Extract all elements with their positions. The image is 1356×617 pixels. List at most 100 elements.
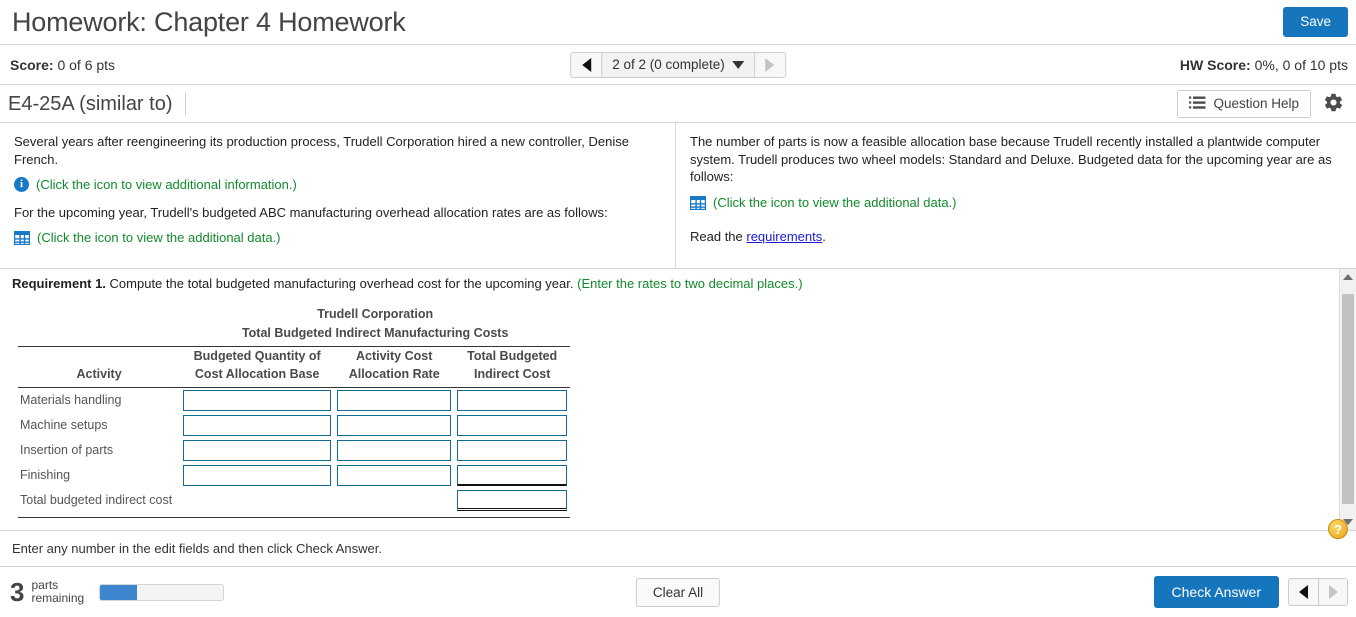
list-icon (1189, 96, 1206, 112)
score-bar: Score: 0 of 6 pts 2 of 2 (0 complete) HW… (0, 45, 1356, 85)
hint-bar: Enter any number in the edit fields and … (0, 519, 1356, 566)
footer-next-button[interactable] (1318, 579, 1347, 605)
read-suffix: . (822, 229, 826, 245)
read-prefix: Read the (690, 229, 747, 245)
hint-text: Enter any number in the edit fields and … (12, 541, 382, 556)
input-machine-setups-rate[interactable] (337, 414, 452, 436)
hw-score-label: HW Score: (1179, 56, 1251, 73)
question-help-button[interactable]: Question Help (1177, 89, 1311, 118)
additional-data-link-left[interactable]: (Click the icon to view the additional d… (37, 229, 281, 247)
hw-score-value: 0%, 0 of 10 pts (1250, 56, 1348, 73)
table-subtitle: Total Budgeted Indirect Manufacturing Co… (241, 325, 509, 340)
cell-total (454, 463, 570, 488)
score-display: Score: 0 of 6 pts (10, 57, 115, 73)
row-label-machine-setups: Machine setups (20, 418, 108, 433)
additional-information-link[interactable]: (Click the icon to view additional infor… (36, 176, 297, 194)
additional-data-link-right[interactable]: (Click the icon to view the additional d… (713, 194, 957, 212)
question-selector-dropdown[interactable]: 2 of 2 (0 complete) (601, 52, 755, 77)
header-activity: Activity (76, 367, 122, 382)
table-row: Machine setups (18, 413, 570, 438)
input-finishing-qty[interactable] (183, 464, 332, 486)
row-label-materials-handling: Materials handling (20, 393, 122, 408)
previous-question-button[interactable] (571, 52, 602, 77)
input-insertion-of-parts-rate[interactable] (337, 439, 452, 461)
footer-navigator (1288, 578, 1348, 606)
triangle-left-icon (581, 57, 591, 72)
scrollbar-track[interactable] (1340, 286, 1356, 513)
triangle-left-icon (1299, 585, 1308, 599)
cell-rate (334, 438, 454, 463)
input-machine-setups-qty[interactable] (183, 414, 332, 436)
next-question-button[interactable] (754, 52, 785, 77)
footer-bar: 3 parts remaining Clear All Check Answer (0, 566, 1356, 617)
question-help-label: Question Help (1213, 96, 1299, 111)
problem-pane-right: The number of parts is now a feasible al… (676, 123, 1356, 268)
problem-statement: Several years after reengineering its pr… (0, 123, 1356, 269)
table-row: Insertion of parts (18, 438, 570, 463)
header-total-budgeted-line1: Total Budgeted (467, 349, 558, 364)
table-row: Finishing (18, 463, 570, 488)
requirement-hint: (Enter the rates to two decimal places.) (577, 275, 803, 291)
progress-bar (99, 583, 225, 601)
chevron-down-icon (731, 60, 744, 69)
problem-pane-left: Several years after reengineering its pr… (0, 123, 676, 268)
cell-qty (180, 438, 334, 463)
info-circle-icon[interactable]: i (14, 177, 29, 193)
page-title: Homework: Chapter 4 Homework (12, 6, 406, 37)
cell-rate (334, 413, 454, 438)
scroll-up-button[interactable] (1340, 269, 1356, 286)
homework-app: Homework: Chapter 4 Homework Save Score:… (0, 0, 1356, 617)
gear-icon (1323, 92, 1344, 116)
input-materials-handling-rate[interactable] (337, 389, 452, 411)
input-total-budgeted-indirect-cost[interactable] (457, 489, 568, 511)
header-activity-rate-line1: Activity Cost (355, 349, 433, 364)
answer-content: Requirement 1. Compute the total budgete… (0, 269, 1339, 530)
input-materials-handling-total[interactable] (457, 389, 568, 411)
input-finishing-total[interactable] (457, 464, 568, 486)
parts-word-line2: remaining (31, 591, 85, 605)
additional-information-row[interactable]: i (Click the icon to view additional inf… (14, 176, 661, 194)
cell-empty (180, 488, 334, 513)
parts-remaining-label: parts remaining (31, 578, 85, 605)
grid-table-icon[interactable] (689, 195, 707, 215)
input-insertion-of-parts-qty[interactable] (183, 439, 332, 461)
footer-previous-button[interactable] (1289, 579, 1318, 605)
input-materials-handling-qty[interactable] (183, 389, 332, 411)
parts-remaining-count: 3 (10, 577, 25, 607)
table-company-name: Trudell Corporation (317, 306, 434, 321)
additional-data-row-left[interactable]: (Click the icon to view the additional d… (13, 229, 661, 250)
header-total-budgeted-line2: Indirect Cost (473, 367, 551, 382)
check-answer-button[interactable]: Check Answer (1153, 576, 1279, 608)
table-header-row-1: Budgeted Quantity of Activity Cost Total… (18, 347, 570, 366)
input-insertion-of-parts-total[interactable] (457, 439, 568, 461)
content-scrollbar[interactable] (1339, 268, 1356, 530)
table-header-row-2: Activity Cost Allocation Base Allocation… (18, 365, 570, 383)
progress-bar-fill (100, 584, 138, 600)
additional-data-row-right[interactable]: (Click the icon to view the additional d… (689, 194, 1342, 215)
problem-paragraph-3: The number of parts is now a feasible al… (690, 134, 1332, 185)
cell-qty (180, 463, 334, 488)
row-label-finishing: Finishing (20, 468, 71, 483)
clear-all-button[interactable]: Clear All (635, 577, 721, 607)
cell-empty (334, 488, 454, 513)
input-machine-setups-total[interactable] (457, 414, 568, 436)
grid-table-icon[interactable] (13, 230, 31, 250)
settings-button[interactable] (1319, 90, 1348, 118)
cell-total (454, 438, 570, 463)
question-mark-icon[interactable]: ? (1328, 519, 1348, 539)
requirements-link[interactable]: requirements (746, 229, 822, 244)
input-finishing-rate[interactable] (337, 464, 452, 486)
question-navigator: 2 of 2 (0 complete) (570, 51, 786, 78)
scrollbar-thumb[interactable] (1342, 293, 1354, 504)
row-label-total-budgeted-indirect-cost: Total budgeted indirect cost (20, 493, 173, 508)
cell-qty (180, 413, 334, 438)
question-id: E4-25A (similar to) (8, 92, 186, 115)
save-button[interactable]: Save (1283, 7, 1348, 37)
table-subtitle-row: Total Budgeted Indirect Manufacturing Co… (18, 324, 570, 343)
hw-score-display: HW Score: 0%, 0 of 10 pts (1180, 57, 1350, 73)
answer-work-area: Requirement 1. Compute the total budgete… (0, 268, 1356, 530)
requirement-label: Requirement 1. (12, 275, 106, 291)
triangle-right-icon (765, 57, 775, 72)
requirement-line: Requirement 1. Compute the total budgete… (12, 276, 1339, 291)
problem-paragraph-1: Several years after reengineering its pr… (14, 134, 629, 167)
